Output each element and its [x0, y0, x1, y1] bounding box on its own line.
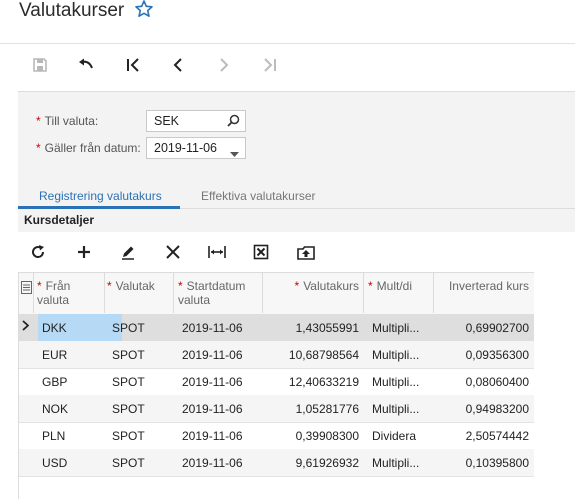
column-header-valutakurs[interactable]: * Valutakurs: [265, 279, 359, 293]
cell-fran-valuta[interactable]: EUR: [42, 348, 67, 362]
cell-fran-valuta[interactable]: GBP: [42, 375, 67, 389]
export-excel-icon[interactable]: [250, 241, 272, 263]
table-row[interactable]: USD SPOT 2019-11-06 9,61926932 Multipli... 0,…: [18, 449, 534, 477]
section-header: [18, 210, 575, 232]
cell-mult-div[interactable]: Multipli...: [372, 456, 419, 470]
cell-valutakurstyp[interactable]: SPOT: [112, 348, 145, 362]
cell-startdatum[interactable]: 2019-11-06: [182, 456, 243, 470]
column-header-inverterad-kurs[interactable]: Inverterad kurs: [448, 279, 529, 293]
cell-inverterad-kurs[interactable]: 0,69902700: [448, 321, 529, 335]
table-row[interactable]: PLN SPOT 2019-11-06 0,39908300 Dividera 2,505…: [18, 422, 534, 450]
table-row[interactable]: NOK SPOT 2019-11-06 1,05281776 Multipli... 0,…: [18, 395, 534, 423]
cell-inverterad-kurs[interactable]: 2,50574442: [448, 429, 529, 443]
upload-icon[interactable]: [295, 241, 317, 263]
row-indicator-icon: [22, 320, 30, 334]
cell-fran-valuta[interactable]: USD: [42, 456, 67, 470]
first-page-icon[interactable]: [122, 54, 144, 76]
cell-startdatum[interactable]: 2019-11-06: [182, 402, 243, 416]
next-icon[interactable]: [213, 54, 235, 76]
cell-inverterad-kurs[interactable]: 0,09356300: [448, 348, 529, 362]
table-row[interactable]: DKK SPOT 2019-11-06 1,43055991 Multipli... 0,…: [18, 314, 534, 342]
table-row[interactable]: GBP SPOT 2019-11-06 12,40633219 Multipli... 0…: [18, 368, 534, 396]
grid-header: * Från valuta * Valutak * Startdatum valuta…: [18, 272, 534, 316]
cell-valutakurstyp[interactable]: SPOT: [112, 456, 145, 470]
grid-left-border: [18, 272, 19, 499]
till-valuta-value: SEK: [154, 114, 180, 128]
galler-fran-label: * Gäller från datum:: [36, 141, 141, 155]
cell-fran-valuta[interactable]: PLN: [42, 429, 65, 443]
grid-settings-icon[interactable]: [21, 281, 32, 299]
save-icon[interactable]: [29, 54, 51, 76]
cell-inverterad-kurs[interactable]: 0,08060400: [448, 375, 529, 389]
active-tab-indicator: [18, 206, 180, 209]
till-valuta-label: * Till valuta:: [36, 114, 99, 128]
edit-icon[interactable]: [117, 241, 139, 263]
cell-valutakurstyp[interactable]: SPOT: [112, 375, 145, 389]
cell-startdatum[interactable]: 2019-11-06: [182, 348, 243, 362]
cell-valutakurs[interactable]: 10,68798564: [265, 348, 359, 362]
cell-mult-div[interactable]: Multipli...: [372, 321, 419, 335]
column-header-startdatum[interactable]: * Startdatum valuta: [178, 279, 252, 307]
cell-valutakurstyp[interactable]: SPOT: [112, 429, 145, 443]
cell-mult-div[interactable]: Multipli...: [372, 402, 419, 416]
cell-valutakurs[interactable]: 12,40633219: [265, 375, 359, 389]
last-page-icon[interactable]: [259, 54, 281, 76]
galler-fran-field[interactable]: 2019-11-06: [146, 137, 246, 159]
column-header-fran-valuta[interactable]: * Från valuta: [37, 279, 101, 307]
section-title: Kursdetaljer: [24, 213, 95, 227]
cell-valutakurs[interactable]: 1,05281776: [265, 402, 359, 416]
cell-valutakurs[interactable]: 0,39908300: [265, 429, 359, 443]
galler-fran-value: 2019-11-06: [154, 141, 218, 155]
cell-fran-valuta[interactable]: DKK: [42, 321, 67, 335]
cell-valutakurstyp[interactable]: SPOT: [112, 321, 145, 335]
delete-icon[interactable]: [162, 241, 184, 263]
tab-registrering[interactable]: Registrering valutakurs: [39, 189, 162, 203]
fit-columns-icon[interactable]: [206, 241, 228, 263]
column-header-valutakurstyp[interactable]: * Valutak: [107, 279, 157, 293]
search-icon[interactable]: [227, 114, 240, 130]
add-icon[interactable]: [73, 241, 95, 263]
cell-mult-div[interactable]: Dividera: [372, 429, 416, 443]
undo-icon[interactable]: [75, 54, 97, 76]
cell-valutakurs[interactable]: 1,43055991: [265, 321, 359, 335]
cell-startdatum[interactable]: 2019-11-06: [182, 429, 243, 443]
cell-startdatum[interactable]: 2019-11-06: [182, 321, 243, 335]
page-title: Valutakurser: [19, 0, 125, 21]
refresh-icon[interactable]: [27, 241, 49, 263]
till-valuta-field[interactable]: SEK: [146, 110, 246, 132]
cell-startdatum[interactable]: 2019-11-06: [182, 375, 243, 389]
star-icon[interactable]: [134, 0, 154, 19]
header-divider: [0, 43, 575, 44]
column-header-mult-div[interactable]: * Mult/di: [368, 279, 418, 293]
cell-mult-div[interactable]: Multipli...: [372, 375, 419, 389]
tab-effektiva[interactable]: Effektiva valutakurser: [201, 189, 316, 203]
previous-icon[interactable]: [167, 54, 189, 76]
cell-inverterad-kurs[interactable]: 0,10395800: [448, 456, 529, 470]
table-row[interactable]: EUR SPOT 2019-11-06 10,68798564 Multipli... 0…: [18, 341, 534, 369]
cell-valutakurs[interactable]: 9,61926932: [265, 456, 359, 470]
cell-fran-valuta[interactable]: NOK: [42, 402, 68, 416]
cell-inverterad-kurs[interactable]: 0,94983200: [448, 402, 529, 416]
chevron-down-icon[interactable]: [230, 146, 239, 160]
cell-valutakurstyp[interactable]: SPOT: [112, 402, 145, 416]
cell-mult-div[interactable]: Multipli...: [372, 348, 419, 362]
